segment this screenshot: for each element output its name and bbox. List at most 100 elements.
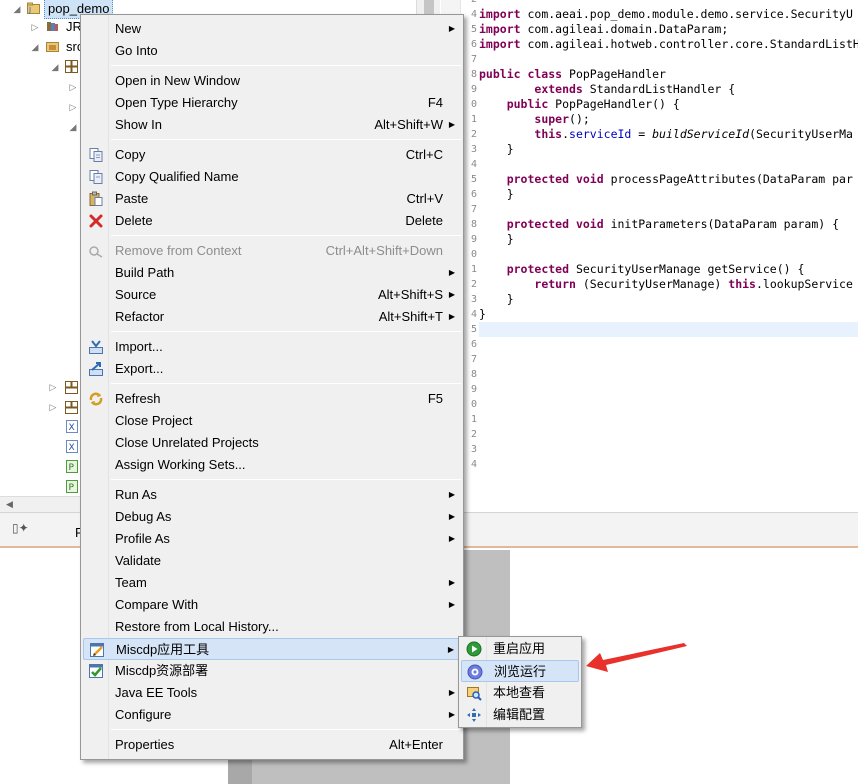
menu-item-new[interactable]: New ▶ xyxy=(83,18,461,40)
menu-item-run-as[interactable]: Run As ▶ xyxy=(83,484,461,506)
new-console-icon[interactable]: ▯✦ xyxy=(12,521,29,535)
xml-file-icon: X xyxy=(66,420,78,433)
code-token: } xyxy=(479,187,514,201)
current-line-highlight xyxy=(479,322,858,337)
miscdp-submenu: 重启应用浏览运行本地查看 编辑配置 xyxy=(458,636,582,728)
menu-item-validate[interactable]: Validate xyxy=(83,550,461,572)
code-line[interactable]: } xyxy=(479,232,514,247)
code-line[interactable]: } xyxy=(479,187,514,202)
expand-arrow-icon[interactable]: ▷ xyxy=(68,82,78,93)
expand-arrow-icon[interactable]: ◢ xyxy=(30,38,40,56)
menu-item-properties[interactable]: Properties Alt+Enter xyxy=(83,734,461,756)
line-number: 7 xyxy=(470,204,477,215)
menu-item-copy-qualified-name[interactable]: Copy Qualified Name xyxy=(83,166,461,188)
expand-arrow-icon[interactable]: ▷ xyxy=(48,402,58,413)
code-token: PopPageHandler() { xyxy=(548,97,680,111)
menu-item-open-in-new-window[interactable]: Open in New Window xyxy=(83,70,461,92)
expand-arrow-icon[interactable]: ▷ xyxy=(68,102,78,113)
code-line[interactable]: import com.aeai.pop_demo.module.demo.ser… xyxy=(479,7,853,22)
menu-item-paste[interactable]: Paste Ctrl+V xyxy=(83,188,461,210)
menu-item-label: Source xyxy=(115,287,157,302)
menu-item-shortcut: Alt+Shift+S xyxy=(377,287,443,302)
menu-item-profile-as[interactable]: Profile As ▶ xyxy=(83,528,461,550)
code-token: com.agileai.domain.DataParam; xyxy=(520,22,729,36)
line-number: 1 xyxy=(470,414,477,425)
submenu-arrow-icon: ▶ xyxy=(448,312,455,321)
menu-item-label: Compare With xyxy=(115,597,199,612)
menu-item-label: Paste xyxy=(115,191,149,206)
menu-item-debug-as[interactable]: Debug As ▶ xyxy=(83,506,461,528)
menu-item-source[interactable]: Source Alt+Shift+S ▶ xyxy=(83,284,461,306)
menu-item-import[interactable]: Import... xyxy=(83,336,461,358)
expand-arrow-icon[interactable]: ◢ xyxy=(12,0,22,18)
submenu-item[interactable]: 本地查看 xyxy=(461,682,579,704)
menu-separator xyxy=(111,383,461,384)
menu-item-show-in[interactable]: Show In Alt+Shift+W ▶ xyxy=(83,114,461,136)
menu-item-label: New xyxy=(115,21,142,36)
menu-item-label: Validate xyxy=(115,553,162,568)
line-number: 3 xyxy=(470,444,477,455)
code-line[interactable]: import com.agileai.domain.DataParam; xyxy=(479,22,728,37)
menu-item-go-into[interactable]: Go Into xyxy=(83,40,461,62)
menu-item-open-type-hierarchy[interactable]: Open Type Hierarchy F4 xyxy=(83,92,461,114)
code-line[interactable]: super(); xyxy=(479,112,589,127)
expand-arrow-icon[interactable]: ▷ xyxy=(30,18,40,36)
menu-item-label: Refresh xyxy=(115,391,161,406)
line-number: 3 xyxy=(470,144,477,155)
menu-item-label: Close Unrelated Projects xyxy=(115,435,259,450)
code-line[interactable]: public PopPageHandler() { xyxy=(479,97,680,112)
menu-separator xyxy=(111,65,461,66)
submenu-item[interactable]: 重启应用 xyxy=(461,638,579,660)
menu-item-close-unrelated-projects[interactable]: Close Unrelated Projects xyxy=(83,432,461,454)
menu-item-build-path[interactable]: Build Path ▶ xyxy=(83,262,461,284)
code-line[interactable]: this.serviceId = buildServiceId(Security… xyxy=(479,127,853,142)
menu-item-copy[interactable]: Copy Ctrl+C xyxy=(83,144,461,166)
expand-arrow-icon[interactable]: ◢ xyxy=(68,122,78,133)
menu-item-restore-from-local-history[interactable]: Restore from Local History... xyxy=(83,616,461,638)
menu-item-refactor[interactable]: Refactor Alt+Shift+T ▶ xyxy=(83,306,461,328)
menu-item-team[interactable]: Team ▶ xyxy=(83,572,461,594)
menu-item-remove-from-context[interactable]: Remove from Context Ctrl+Alt+Shift+Down xyxy=(83,240,461,262)
menu-item-miscdp[interactable]: Miscdp应用工具 ▶ xyxy=(83,638,461,660)
code-line[interactable]: extends StandardListHandler { xyxy=(479,82,735,97)
code-line[interactable]: return (SecurityUserManage) this.lookupS… xyxy=(479,277,853,292)
menu-item-refresh[interactable]: Refresh F5 xyxy=(83,388,461,410)
submenu-arrow-icon: ▶ xyxy=(447,645,454,654)
menu-item-delete[interactable]: Delete Delete xyxy=(83,210,461,232)
line-number: 0 xyxy=(470,249,477,260)
menu-item-export[interactable]: Export... xyxy=(83,358,461,380)
package-icon xyxy=(65,60,78,73)
code-line[interactable]: } xyxy=(479,307,486,322)
menu-item-assign-working-sets[interactable]: Assign Working Sets... xyxy=(83,454,461,476)
code-line[interactable]: protected SecurityUserManage getService(… xyxy=(479,262,805,277)
code-token: } xyxy=(479,142,514,156)
code-token: processPageAttributes(DataParam par xyxy=(603,172,853,186)
menu-item-label: Profile As xyxy=(115,531,170,546)
submenu-arrow-icon: ▶ xyxy=(448,490,455,499)
line-number: 8 xyxy=(470,69,477,80)
code-line[interactable]: protected void processPageAttributes(Dat… xyxy=(479,172,853,187)
code-line[interactable]: import com.agileai.hotweb.controller.cor… xyxy=(479,37,858,52)
menu-item-compare-with[interactable]: Compare With ▶ xyxy=(83,594,461,616)
submenu-item[interactable]: 浏览运行 xyxy=(461,660,579,682)
code-line[interactable]: } xyxy=(479,292,514,307)
menu-item-label: Go Into xyxy=(115,43,158,58)
menu-item-close-project[interactable]: Close Project xyxy=(83,410,461,432)
code-line[interactable]: public class PopPageHandler xyxy=(479,67,666,82)
line-number: 1 xyxy=(470,114,477,125)
submenu-item[interactable]: 编辑配置 xyxy=(461,704,579,726)
scroll-left-icon[interactable]: ◀ xyxy=(6,499,13,510)
menu-item-java-ee-tools[interactable]: Java EE Tools ▶ xyxy=(83,682,461,704)
submenu-arrow-icon: ▶ xyxy=(448,268,455,277)
expand-arrow-icon[interactable]: ◢ xyxy=(50,58,60,76)
expand-arrow-icon[interactable]: ▷ xyxy=(48,382,58,393)
code-line[interactable]: protected void initParameters(DataParam … xyxy=(479,217,839,232)
code-editor[interactable]: 2 4 5 6 7 8 9 0 1 2 3 4 5 6 7 8 9 0 1 2 3 4 5 6 7 8 9 0 1 2 3 4 import … xyxy=(441,0,858,512)
code-line[interactable]: } xyxy=(479,142,514,157)
menu-item-configure[interactable]: Configure ▶ xyxy=(83,704,461,726)
menu-item-miscdp[interactable]: Miscdp资源部署 xyxy=(83,660,461,682)
submenu-item-label: 浏览运行 xyxy=(494,664,547,679)
code-token: protected void xyxy=(506,172,604,186)
